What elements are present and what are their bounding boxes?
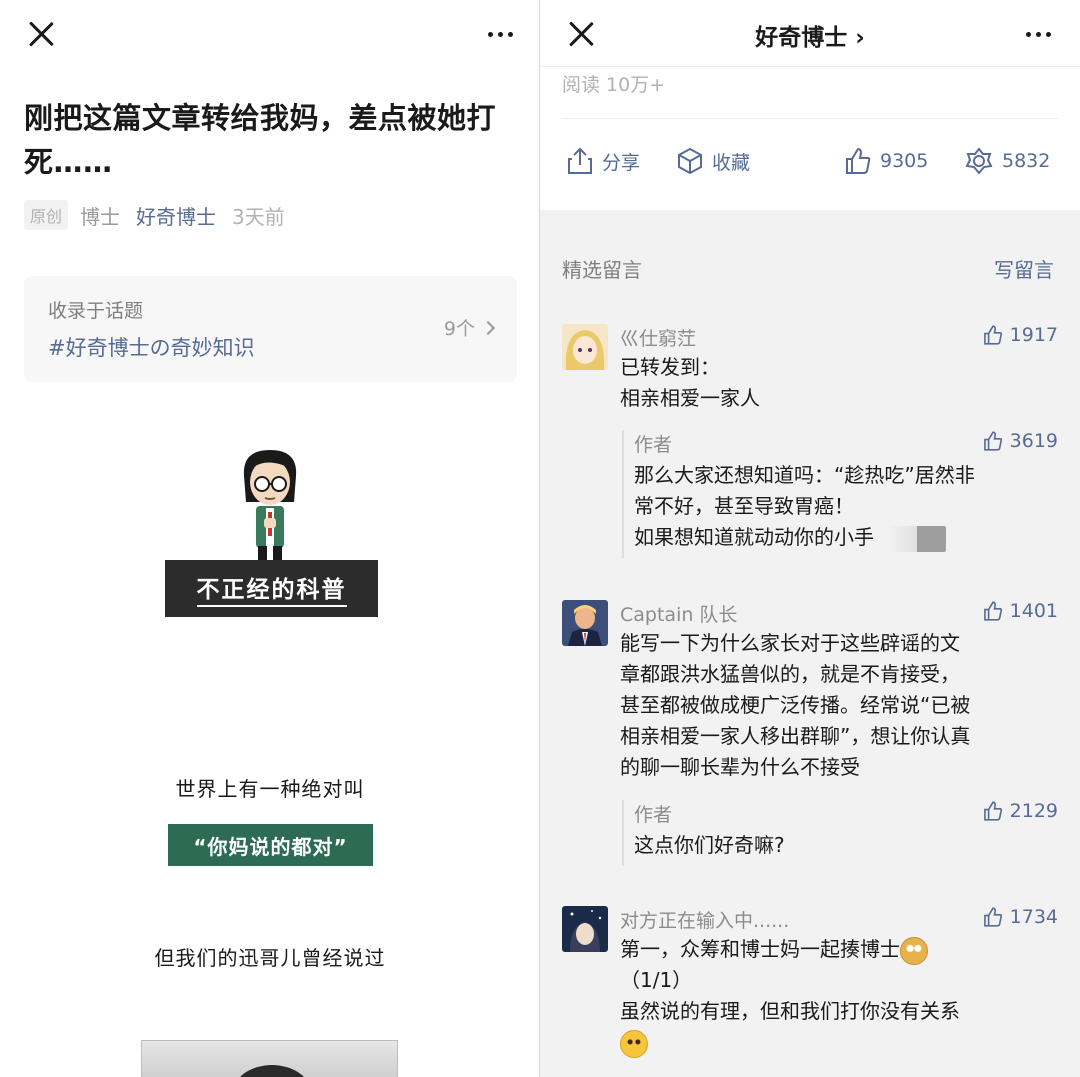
chevron-right-icon bbox=[480, 320, 496, 335]
author-reply: 作者 3619 那么大家还想知道吗：“趁热吃”居然非 常不好，甚至导致胃癌！ 如… bbox=[622, 430, 1058, 558]
body-text-line-1: 世界上有一种绝对叫 bbox=[175, 777, 365, 801]
comment-text: 能写一下为什么家长对于这些辟谣的文 章都跟洪水猛兽似的，就是不肯接受， 甚至都被… bbox=[620, 631, 971, 779]
favorite-cube-icon bbox=[678, 147, 702, 175]
avatar[interactable] bbox=[562, 324, 608, 370]
highlight-quote: “你妈说的都对” bbox=[168, 824, 373, 866]
reply-text: 那么大家还想知道吗：“趁热吃”居然非 常不好，甚至导致胃癌！ 如果想知道就动动你… bbox=[634, 460, 1054, 553]
topic-tag[interactable]: #好奇博士の奇妙知识 bbox=[48, 332, 255, 362]
comments-panel: 好奇博士 › 阅读 10万+ 分享 收藏 9305 5832 精选留言 写留言 … bbox=[540, 0, 1080, 1077]
more-options-icon[interactable] bbox=[1026, 32, 1051, 37]
wow-count: 5832 bbox=[1002, 150, 1051, 172]
avatar[interactable] bbox=[562, 906, 608, 952]
avatar[interactable] bbox=[562, 600, 608, 646]
write-comment-button[interactable]: 写留言 bbox=[994, 254, 1054, 283]
account-link[interactable]: 好奇博士 bbox=[136, 201, 216, 230]
like-count: 9305 bbox=[880, 150, 929, 172]
like-button[interactable]: 9305 bbox=[844, 146, 928, 176]
thumbs-up-icon bbox=[846, 147, 871, 174]
close-icon[interactable] bbox=[28, 20, 56, 48]
read-count: 阅读 10万+ bbox=[562, 74, 666, 96]
topic-count-text: 9个 bbox=[443, 318, 475, 340]
topic-label: 收录于话题 bbox=[48, 300, 144, 322]
commenter-name[interactable]: 巛仕窮茳 bbox=[620, 324, 696, 351]
comment-text: 已转发到： 相亲相爱一家人 bbox=[620, 355, 760, 410]
publish-time: 3天前 bbox=[232, 204, 285, 229]
section-banner: 不正经的科普 bbox=[165, 560, 378, 617]
comment-like-button[interactable]: 1401 bbox=[982, 600, 1058, 622]
author-reply: 作者 2129 这点你们好奇嘛? bbox=[622, 800, 1058, 866]
comment-text: 第一，众筹和博士妈一起揍博士 （1/1） 虽然说的有理，但和我们打你没有关系 bbox=[620, 934, 1060, 1058]
thumbs-up-icon bbox=[983, 601, 1002, 621]
thumbs-up-icon bbox=[983, 325, 1002, 345]
comment-item: 对方正在输入中...... 1734 第一，众筹和博士妈一起揍博士 （1/1） … bbox=[562, 906, 1058, 1066]
reply-like-count: 3619 bbox=[1009, 430, 1058, 452]
body-text-line-2: 但我们的迅哥儿曾经说过 bbox=[154, 946, 386, 970]
article-actions: 分享 收藏 9305 5832 bbox=[562, 140, 1058, 186]
reply-author: 作者 bbox=[634, 804, 673, 826]
more-options-icon[interactable] bbox=[488, 32, 513, 37]
article-panel: 刚把这篇文章转给我妈，差点被她打死…… 原创 博士 好奇博士 3天前 收录于话题… bbox=[0, 0, 540, 1077]
share-icon bbox=[568, 147, 592, 174]
blurred-image bbox=[888, 525, 946, 552]
cartoon-character-illustration bbox=[243, 450, 297, 560]
favorite-button[interactable]: 收藏 bbox=[676, 146, 750, 176]
comment-like-count: 1734 bbox=[1009, 906, 1058, 928]
reply-author: 作者 bbox=[634, 434, 673, 456]
comment-like-button[interactable]: 1917 bbox=[982, 324, 1058, 346]
author-name: 博士 bbox=[80, 204, 121, 229]
wow-button[interactable]: 5832 bbox=[964, 146, 1050, 176]
reply-like-button[interactable]: 2129 bbox=[982, 800, 1058, 822]
doge-emoji-icon bbox=[900, 936, 928, 965]
comments-section: 精选留言 写留言 巛仕窮茳 1917 已转发到： 相亲相爱一家人 作者 3619 bbox=[540, 210, 1080, 1077]
featured-comments-title: 精选留言 bbox=[562, 258, 642, 282]
reply-like-button[interactable]: 3619 bbox=[982, 430, 1058, 452]
comment-item: 巛仕窮茳 1917 已转发到： 相亲相爱一家人 作者 3619 那么大家还想知道… bbox=[562, 324, 1058, 574]
header-divider bbox=[540, 66, 1080, 67]
thumbs-up-icon bbox=[983, 431, 1002, 451]
share-button[interactable]: 分享 bbox=[566, 146, 640, 176]
account-header-title[interactable]: 好奇博士 › bbox=[540, 18, 1080, 52]
smile-emoji-icon bbox=[620, 1029, 648, 1058]
wow-flower-icon bbox=[965, 147, 993, 175]
commenter-name[interactable]: 对方正在输入中...... bbox=[620, 906, 789, 933]
article-title: 刚把这篇文章转给我妈，差点被她打死…… bbox=[24, 101, 497, 179]
topic-count: 9个 bbox=[443, 314, 496, 341]
original-badge: 原创 bbox=[24, 200, 69, 230]
article-meta: 原创 博士 好奇博士 3天前 bbox=[24, 200, 285, 230]
commenter-name[interactable]: Captain 队长 bbox=[620, 600, 737, 627]
comment-item: Captain 队长 1401 能写一下为什么家长对于这些辟谣的文 章都跟洪水猛… bbox=[562, 600, 1058, 880]
separator bbox=[562, 118, 1058, 119]
reply-like-count: 2129 bbox=[1009, 800, 1058, 822]
comment-like-count: 1401 bbox=[1009, 600, 1058, 622]
article-photo bbox=[141, 1040, 398, 1077]
reply-text: 这点你们好奇嘛? bbox=[634, 833, 785, 857]
topic-card[interactable]: 收录于话题 #好奇博士の奇妙知识 9个 bbox=[24, 276, 517, 382]
comment-like-button[interactable]: 1734 bbox=[982, 906, 1058, 928]
favorite-label: 收藏 bbox=[712, 151, 751, 174]
thumbs-up-icon bbox=[983, 907, 1002, 927]
comment-like-count: 1917 bbox=[1009, 324, 1058, 346]
thumbs-up-icon bbox=[983, 801, 1002, 821]
share-label: 分享 bbox=[602, 151, 641, 174]
